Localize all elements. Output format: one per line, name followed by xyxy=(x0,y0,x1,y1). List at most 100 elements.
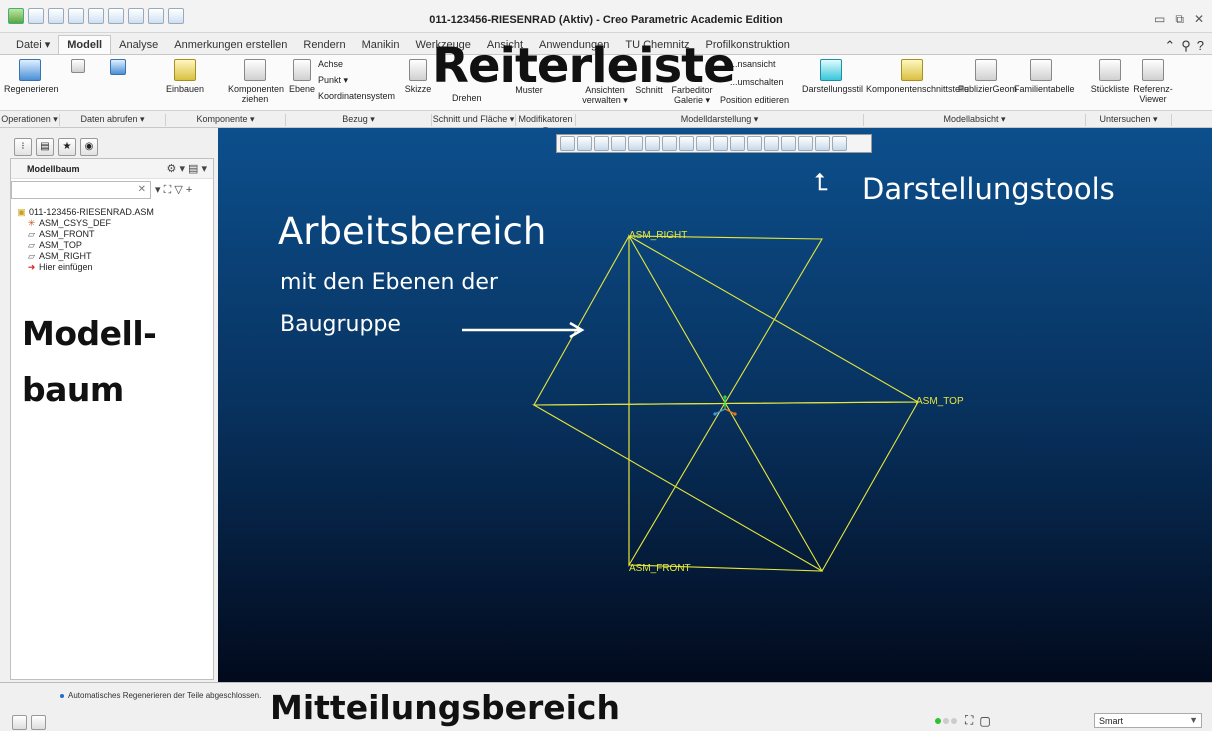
status-bar-right: ⛶ ▢ xyxy=(935,713,991,728)
drehen-button[interactable]: Drehen xyxy=(452,93,502,103)
find-icon[interactable]: ⛶ xyxy=(965,713,973,728)
tab-datei[interactable]: Datei ▾ xyxy=(8,35,58,54)
search-icon[interactable]: ⚲ xyxy=(1181,38,1191,54)
tab-right-tools: ⌃ ⚲ ? xyxy=(1164,38,1204,54)
tree-item-insert-here[interactable]: ➜ Hier einfügen xyxy=(17,262,154,273)
tree-item-root-asm[interactable]: ▣ 011-123456-RIESENRAD.ASM xyxy=(17,207,154,218)
add-icon[interactable]: + xyxy=(186,184,192,196)
collapse-ribbon-icon[interactable]: ⌃ xyxy=(1164,38,1175,54)
filter-icon[interactable]: ▽ xyxy=(174,184,182,196)
referenz-viewer-button[interactable]: Referenz-Viewer xyxy=(1130,59,1176,104)
einbauen-button[interactable]: Einbauen xyxy=(160,59,210,94)
help-icon[interactable]: ? xyxy=(1197,38,1204,54)
folder-browser-tab-icon[interactable]: ▤ xyxy=(36,138,54,156)
title-bar: 011-123456-RIESENRAD (Aktiv) - Creo Para… xyxy=(0,0,1212,33)
tab-analyse[interactable]: Analyse xyxy=(111,36,166,54)
annotation-mitteilungsbereich: Mitteilungsbereich xyxy=(270,688,620,727)
selection-filter-select[interactable]: Smart ▼ xyxy=(1094,713,1202,728)
tab-modell[interactable]: Modell xyxy=(58,35,112,54)
tree-search-input[interactable]: ✕ xyxy=(11,181,151,199)
clear-search-icon[interactable]: ✕ xyxy=(138,184,146,195)
panel-tabs: ⁝ ▤ ★ ◉ xyxy=(14,138,98,156)
label-asm-front: ASM_FRONT xyxy=(629,563,691,574)
component-interface-icon xyxy=(901,59,923,81)
orientierte-ansicht-button[interactable]: ...nsansicht xyxy=(730,59,800,69)
stueckliste-button[interactable]: Stückliste xyxy=(1090,59,1130,94)
regen-status-icon xyxy=(935,715,959,727)
tab-rendern[interactable]: Rendern xyxy=(295,36,353,54)
data-fetch-button[interactable] xyxy=(106,59,130,78)
annotation-arrow-right xyxy=(462,321,585,339)
drag-components-icon xyxy=(244,59,266,81)
label-asm-right: ASM_RIGHT xyxy=(629,230,687,241)
tree-item-front[interactable]: ▱ ASM_FRONT xyxy=(17,229,154,240)
position-editieren-button[interactable]: Position editieren xyxy=(720,95,800,105)
tree-item-right[interactable]: ▱ ASM_RIGHT xyxy=(17,251,154,262)
group-komponente[interactable]: Komponente ▾ xyxy=(166,114,286,126)
chevron-down-icon[interactable]: ▾ xyxy=(155,184,161,196)
annotation-arrow-up: ⮤ xyxy=(814,168,829,196)
message-area: Automatisches Regenerieren der Teile abg… xyxy=(0,682,1212,731)
ebene-button[interactable]: Ebene xyxy=(288,59,316,94)
restore-icon[interactable]: ⧉ xyxy=(1175,12,1184,27)
copy-button[interactable] xyxy=(66,59,90,76)
model-tree-panel: ⁝ ▤ ★ ◉ Modellbaum ⚙ ▾ ▤ ▾ ✕ ▾ ⛶ ▽ + ▣ 01… xyxy=(0,128,218,682)
regenerieren-button[interactable]: Regenerieren xyxy=(4,59,59,94)
toggle-navigator-icon[interactable] xyxy=(12,715,27,730)
ribbon-group-bar: Operationen ▾ Daten abrufen ▾ Komponente… xyxy=(0,110,1212,134)
window-title: 011-123456-RIESENRAD (Aktiv) - Creo Para… xyxy=(429,14,783,26)
group-modellabsicht[interactable]: Modellabsicht ▾ xyxy=(864,114,1086,126)
annotation-darstellungstools: Darstellungstools xyxy=(862,172,1115,206)
tree-items: ▣ 011-123456-RIESENRAD.ASM ✳ ASM_CSYS_DEF … xyxy=(17,207,154,273)
toggle-browser-icon[interactable] xyxy=(31,715,46,730)
regenerate-icon xyxy=(19,59,41,81)
group-schnitt-flaeche[interactable]: Schnitt und Fläche ▾ xyxy=(432,114,516,126)
publish-geom-icon xyxy=(975,59,997,81)
group-untersuchen[interactable]: Untersuchen ▾ xyxy=(1086,114,1172,126)
minimize-icon[interactable]: ▭ xyxy=(1154,12,1165,27)
annotation-reiterleiste: Reiterleiste xyxy=(432,38,736,94)
familientabelle-button[interactable]: Familientabelle xyxy=(1014,59,1075,94)
umschalten-button[interactable]: ...umschalten xyxy=(730,77,800,87)
csys-triad xyxy=(713,395,737,416)
punkt-button[interactable]: Punkt ▾ xyxy=(318,75,378,85)
model-tree-title: Modellbaum xyxy=(27,164,80,174)
find-icon[interactable]: ⛶ xyxy=(164,184,172,196)
annotation-arbeitsbereich-sub1: mit den Ebenen der xyxy=(280,270,498,295)
annotation-modellbaum-2: baum xyxy=(22,370,124,409)
favorites-tab-icon[interactable]: ★ xyxy=(58,138,76,156)
status-message: Automatisches Regenerieren der Teile abg… xyxy=(60,691,261,700)
assemble-icon xyxy=(174,59,196,81)
web-browser-tab-icon[interactable]: ◉ xyxy=(80,138,98,156)
tree-settings-icon[interactable]: ⚙ ▾ ▤ ▾ xyxy=(167,162,207,175)
achse-button[interactable]: Achse xyxy=(318,59,378,69)
tab-anmerkungen[interactable]: Anmerkungen erstellen xyxy=(166,36,295,54)
model-tree-tab-icon[interactable]: ⁝ xyxy=(14,138,32,156)
tree-item-csys[interactable]: ✳ ASM_CSYS_DEF xyxy=(17,218,154,229)
family-table-icon xyxy=(1030,59,1052,81)
group-modifikatoren[interactable]: Modifikatoren ▾ xyxy=(516,114,576,134)
bom-icon xyxy=(1099,59,1121,81)
skizze-button[interactable]: Skizze xyxy=(402,59,434,94)
koordinatensystem-button[interactable]: Koordinatensystem xyxy=(318,91,408,101)
publiziergeom-button[interactable]: PublizierGeom xyxy=(958,59,1017,94)
komponenten-ziehen-button[interactable]: Komponenten ziehen xyxy=(228,59,284,104)
group-bezug[interactable]: Bezug ▾ xyxy=(286,114,432,126)
tree-item-top[interactable]: ▱ ASM_TOP xyxy=(17,240,154,251)
info-dot-icon xyxy=(60,693,64,698)
group-daten-abrufen[interactable]: Daten abrufen ▾ xyxy=(60,114,166,126)
group-modelldarstellung[interactable]: Modelldarstellung ▾ xyxy=(576,114,864,126)
tab-manikin[interactable]: Manikin xyxy=(354,36,408,54)
chevron-down-icon: ▼ xyxy=(1189,715,1198,725)
copy-icon xyxy=(71,59,85,73)
darstellungsstil-button[interactable]: Darstellungsstil xyxy=(802,59,863,94)
tree-search-tools: ▾ ⛶ ▽ + xyxy=(155,183,192,197)
selection-box-icon[interactable]: ▢ xyxy=(979,714,990,728)
group-operationen[interactable]: Operationen ▾ xyxy=(0,114,60,126)
annotation-modellbaum-1: Modell- xyxy=(22,314,157,353)
komponentenschnittstelle-button[interactable]: Komponentenschnittstelle xyxy=(866,59,969,94)
close-icon[interactable]: ✕ xyxy=(1194,12,1204,27)
plane-asm-top xyxy=(533,235,921,406)
annotation-arbeitsbereich: Arbeitsbereich xyxy=(278,210,547,253)
graphics-area[interactable]: ASM_RIGHT ASM_TOP ASM_FRONT ⮤ Darstellun… xyxy=(218,128,1212,682)
